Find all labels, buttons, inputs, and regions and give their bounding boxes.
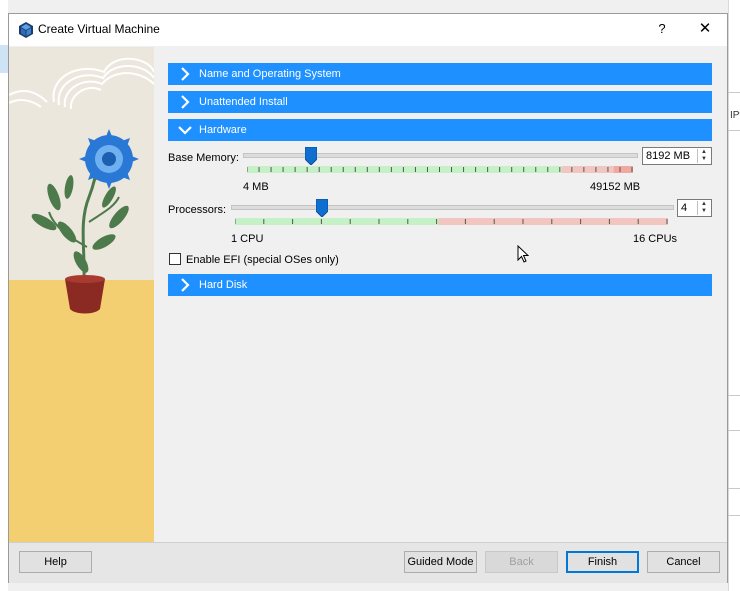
- processors-slider-handle[interactable]: [315, 199, 328, 217]
- section-name-os-label: Name and Operating System: [199, 68, 341, 80]
- section-unattended-label: Unattended Install: [199, 96, 288, 108]
- background-divider: [728, 515, 740, 516]
- spin-down-icon[interactable]: ▼: [698, 156, 710, 163]
- processors-spinbox[interactable]: 4 ▲ ▼: [677, 199, 712, 217]
- processors-min-label: 1 CPU: [231, 233, 264, 245]
- base-memory-label: Base Memory:: [168, 152, 239, 164]
- virtualbox-icon: [19, 22, 33, 38]
- efi-checkbox[interactable]: [169, 253, 181, 265]
- processors-value: 4: [681, 202, 688, 214]
- background-divider: [728, 130, 740, 131]
- help-button[interactable]: Help: [19, 551, 92, 573]
- title-bar: Create Virtual Machine ? ✕: [9, 14, 727, 46]
- back-button[interactable]: Back: [485, 551, 558, 573]
- cancel-button[interactable]: Cancel: [647, 551, 720, 573]
- section-hard-disk[interactable]: Hard Disk: [168, 274, 712, 296]
- processors-slider-scale: [235, 218, 668, 225]
- help-title-button[interactable]: ?: [654, 21, 670, 36]
- finish-button[interactable]: Finish: [566, 551, 639, 573]
- background-divider: [728, 430, 740, 431]
- create-vm-dialog: Create Virtual Machine ? ✕ Name and Oper…: [8, 13, 728, 583]
- processors-spin-arrows[interactable]: ▲ ▼: [697, 201, 710, 215]
- background-divider: [728, 488, 740, 489]
- background-divider: [728, 395, 740, 396]
- memory-slider-scale: [247, 166, 633, 173]
- memory-spin-arrows[interactable]: ▲ ▼: [697, 149, 710, 163]
- chevron-right-icon: [181, 67, 190, 81]
- wizard-illustration: [9, 47, 154, 542]
- close-button[interactable]: ✕: [695, 19, 715, 37]
- processors-label: Processors:: [168, 204, 227, 216]
- memory-slider-track[interactable]: [243, 153, 638, 158]
- memory-spinbox[interactable]: 8192 MB ▲ ▼: [642, 147, 712, 165]
- memory-max-label: 49152 MB: [590, 181, 641, 193]
- processors-slider-track[interactable]: [231, 205, 674, 210]
- efi-label[interactable]: Enable EFI (special OSes only): [186, 254, 339, 266]
- chevron-down-icon: [178, 126, 192, 135]
- memory-min-label: 4 MB: [243, 181, 269, 193]
- background-app-right: [728, 0, 740, 591]
- chevron-right-icon: [181, 278, 190, 292]
- section-hard-disk-label: Hard Disk: [199, 279, 248, 291]
- section-hardware-label: Hardware: [199, 124, 247, 136]
- guided-mode-button[interactable]: Guided Mode: [404, 551, 477, 573]
- spin-up-icon[interactable]: ▲: [698, 201, 710, 208]
- processors-max-label: 16 CPUs: [633, 233, 678, 245]
- section-unattended-install[interactable]: Unattended Install: [168, 91, 712, 113]
- window-title: Create Virtual Machine: [38, 22, 160, 36]
- background-app-left-accent: [0, 45, 8, 73]
- plant-illustration: [9, 47, 154, 542]
- chevron-right-icon: [181, 95, 190, 109]
- section-hardware[interactable]: Hardware: [168, 119, 712, 141]
- background-divider: [728, 92, 740, 93]
- memory-slider-handle[interactable]: [305, 147, 318, 165]
- memory-value: 8192 MB: [646, 150, 691, 162]
- background-ipv-text: IPv: [730, 110, 740, 121]
- spin-down-icon[interactable]: ▼: [698, 208, 710, 215]
- mouse-cursor-icon: [517, 245, 529, 263]
- section-name-os[interactable]: Name and Operating System: [168, 63, 712, 85]
- spin-up-icon[interactable]: ▲: [698, 149, 710, 156]
- background-app-left: [0, 0, 8, 591]
